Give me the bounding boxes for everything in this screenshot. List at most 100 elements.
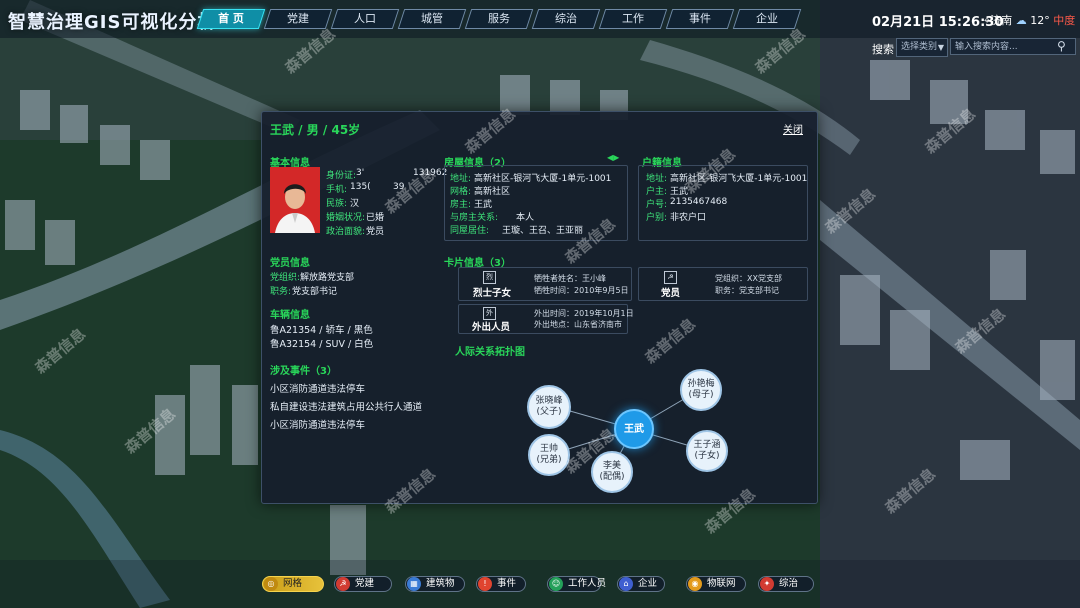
page-arrows[interactable]: ◀▶ xyxy=(607,153,619,162)
tab-label: 党建 xyxy=(287,12,309,25)
aqi-badge: 中度 xyxy=(1053,14,1076,27)
tab-events[interactable]: 事件 xyxy=(665,9,735,29)
node-role: (子女) xyxy=(694,451,720,461)
category-select[interactable]: 选择类别 ▼ xyxy=(896,38,948,57)
label: 地址: xyxy=(646,174,668,184)
label: 网格: xyxy=(450,187,472,197)
label: 手机: xyxy=(326,185,348,195)
node-role: (配偶) xyxy=(599,472,625,482)
event-item[interactable]: 私自建设违法建筑占用公共行人通道 xyxy=(270,399,422,413)
value: 汉 xyxy=(350,199,360,209)
alert-icon: ! xyxy=(478,577,492,591)
governance-icon: ✦ xyxy=(760,577,774,591)
enterprise-icon: ⌂ xyxy=(619,577,633,591)
tab-governance[interactable]: 综治 xyxy=(531,9,601,29)
iot-icon: ◉ xyxy=(688,577,702,591)
value: 解放路党支部 xyxy=(300,273,355,283)
tab-work[interactable]: 工作 xyxy=(598,9,668,29)
tab-home[interactable]: 首 页 xyxy=(196,9,266,29)
cloud-icon: ☁ xyxy=(1015,14,1027,27)
dock-label: 事件 xyxy=(497,578,517,589)
node-role: (母子) xyxy=(688,390,714,400)
node-name: 李美 xyxy=(602,461,621,471)
relation-node-father[interactable]: 张晓峰 (父子) xyxy=(527,385,571,429)
card-line: 外出时间：2019年10月1日 xyxy=(534,309,634,318)
dock-label: 建筑物 xyxy=(426,578,455,589)
value: 高新社区 xyxy=(474,187,511,197)
person-detail-panel: 王武 / 男 / 45岁 关闭 基本信息 身份证: 3' 131962 手机: … xyxy=(261,111,818,504)
dock-grid[interactable]: ◎ 网格 xyxy=(262,576,324,592)
label: 户别: xyxy=(646,213,668,223)
tab-label: 服务 xyxy=(488,12,510,25)
value: 131962 xyxy=(413,168,448,178)
party-icon: ☭ xyxy=(664,271,677,284)
value: 2135467468 xyxy=(670,197,728,207)
label: 与房主关系: xyxy=(450,213,499,223)
card-line: 牺牲时间：2010年9月5日 xyxy=(534,286,629,295)
dock-building[interactable]: ▦ 建筑物 xyxy=(405,576,465,592)
value: 39 xyxy=(393,182,405,192)
party-info-title: 党员信息 xyxy=(270,258,310,269)
tab-service[interactable]: 服务 xyxy=(464,9,534,29)
value: 3' xyxy=(356,168,365,178)
dock-enterprise[interactable]: ⌂ 企业 xyxy=(617,576,665,592)
vehicle-item: 鲁A21354 / 轿车 / 黑色 xyxy=(270,325,373,336)
value: 非农户口 xyxy=(670,213,707,223)
dock-governance[interactable]: ✦ 综治 xyxy=(758,576,814,592)
node-name: 王武 xyxy=(624,423,644,435)
relation-node-mother[interactable]: 孙艳梅 (母子) xyxy=(680,369,722,411)
relation-node-child[interactable]: 王子涵 (子女) xyxy=(686,430,728,472)
tab-label: 城管 xyxy=(421,12,443,25)
search-icon[interactable]: ⚲ xyxy=(1057,39,1066,53)
dock-party[interactable]: ☭ 党建 xyxy=(334,576,392,592)
staff-icon: ☺ xyxy=(549,577,563,591)
category-placeholder: 选择类别 xyxy=(901,42,938,52)
person-photo xyxy=(270,167,320,233)
card-line: 外出地点：山东省济南市 xyxy=(534,320,622,329)
vehicle-info-title: 车辆信息 xyxy=(270,310,310,321)
tab-label: 综治 xyxy=(555,12,577,25)
search-label: 搜索 xyxy=(872,43,894,56)
dock-events[interactable]: ! 事件 xyxy=(476,576,526,592)
card-line: 牺牲者姓名：王小峰 xyxy=(534,274,606,283)
relation-node-center[interactable]: 王武 xyxy=(614,409,654,449)
search-placeholder: 输入搜索内容... xyxy=(955,42,1018,52)
label: 民族: xyxy=(326,199,348,209)
node-name: 孙艳梅 xyxy=(687,379,715,389)
dock-label: 综治 xyxy=(779,578,799,589)
label: 房主: xyxy=(450,200,472,210)
events-title: 涉及事件（3） xyxy=(270,366,337,377)
panel-title: 王武 / 男 / 45岁 xyxy=(270,123,361,137)
dock-iot[interactable]: ◉ 物联网 xyxy=(686,576,746,592)
label: 地址: xyxy=(450,174,472,184)
value: 已婚 xyxy=(366,213,385,223)
dock-staff[interactable]: ☺ 工作人员 xyxy=(547,576,606,592)
card-line: 党组织：XX党支部 xyxy=(715,274,782,283)
weather: ⌖济南 ☁ 12° 中度 xyxy=(984,12,1075,28)
node-role: (兄弟) xyxy=(536,455,562,465)
node-name: 王帅 xyxy=(539,444,558,454)
vehicle-item: 鲁A32154 / SUV / 白色 xyxy=(270,339,374,350)
label: 同屋居住: xyxy=(450,226,490,236)
value: 王璇、王召、王亚丽 xyxy=(502,226,584,236)
relation-node-spouse[interactable]: 李美 (配偶) xyxy=(591,451,633,493)
app-title: 智慧治理GIS可视化分析 xyxy=(8,12,217,33)
value: 135( xyxy=(350,182,371,192)
label: 户号: xyxy=(646,200,668,210)
event-item[interactable]: 小区消防通道违法停车 xyxy=(270,381,365,395)
city: 济南 xyxy=(990,14,1013,27)
party-icon: ☭ xyxy=(336,577,350,591)
relation-node-brother[interactable]: 王帅 (兄弟) xyxy=(528,434,570,476)
event-item[interactable]: 小区消防通道违法停车 xyxy=(270,417,365,431)
tab-enterprise[interactable]: 企业 xyxy=(732,9,802,29)
relations-title: 人际关系拓扑图 xyxy=(455,347,525,358)
tab-population[interactable]: 人口 xyxy=(330,9,400,29)
tab-urban[interactable]: 城管 xyxy=(397,9,467,29)
tab-label: 工作 xyxy=(622,12,644,25)
close-button[interactable]: 关闭 xyxy=(783,121,803,136)
value: 本人 xyxy=(516,213,535,223)
temperature: 12° xyxy=(1030,14,1050,27)
value: 王武 xyxy=(670,187,689,197)
tab-party[interactable]: 党建 xyxy=(263,9,333,29)
search-bar: 搜索 选择类别 ▼ 输入搜索内容... ⚲ xyxy=(872,38,1076,57)
